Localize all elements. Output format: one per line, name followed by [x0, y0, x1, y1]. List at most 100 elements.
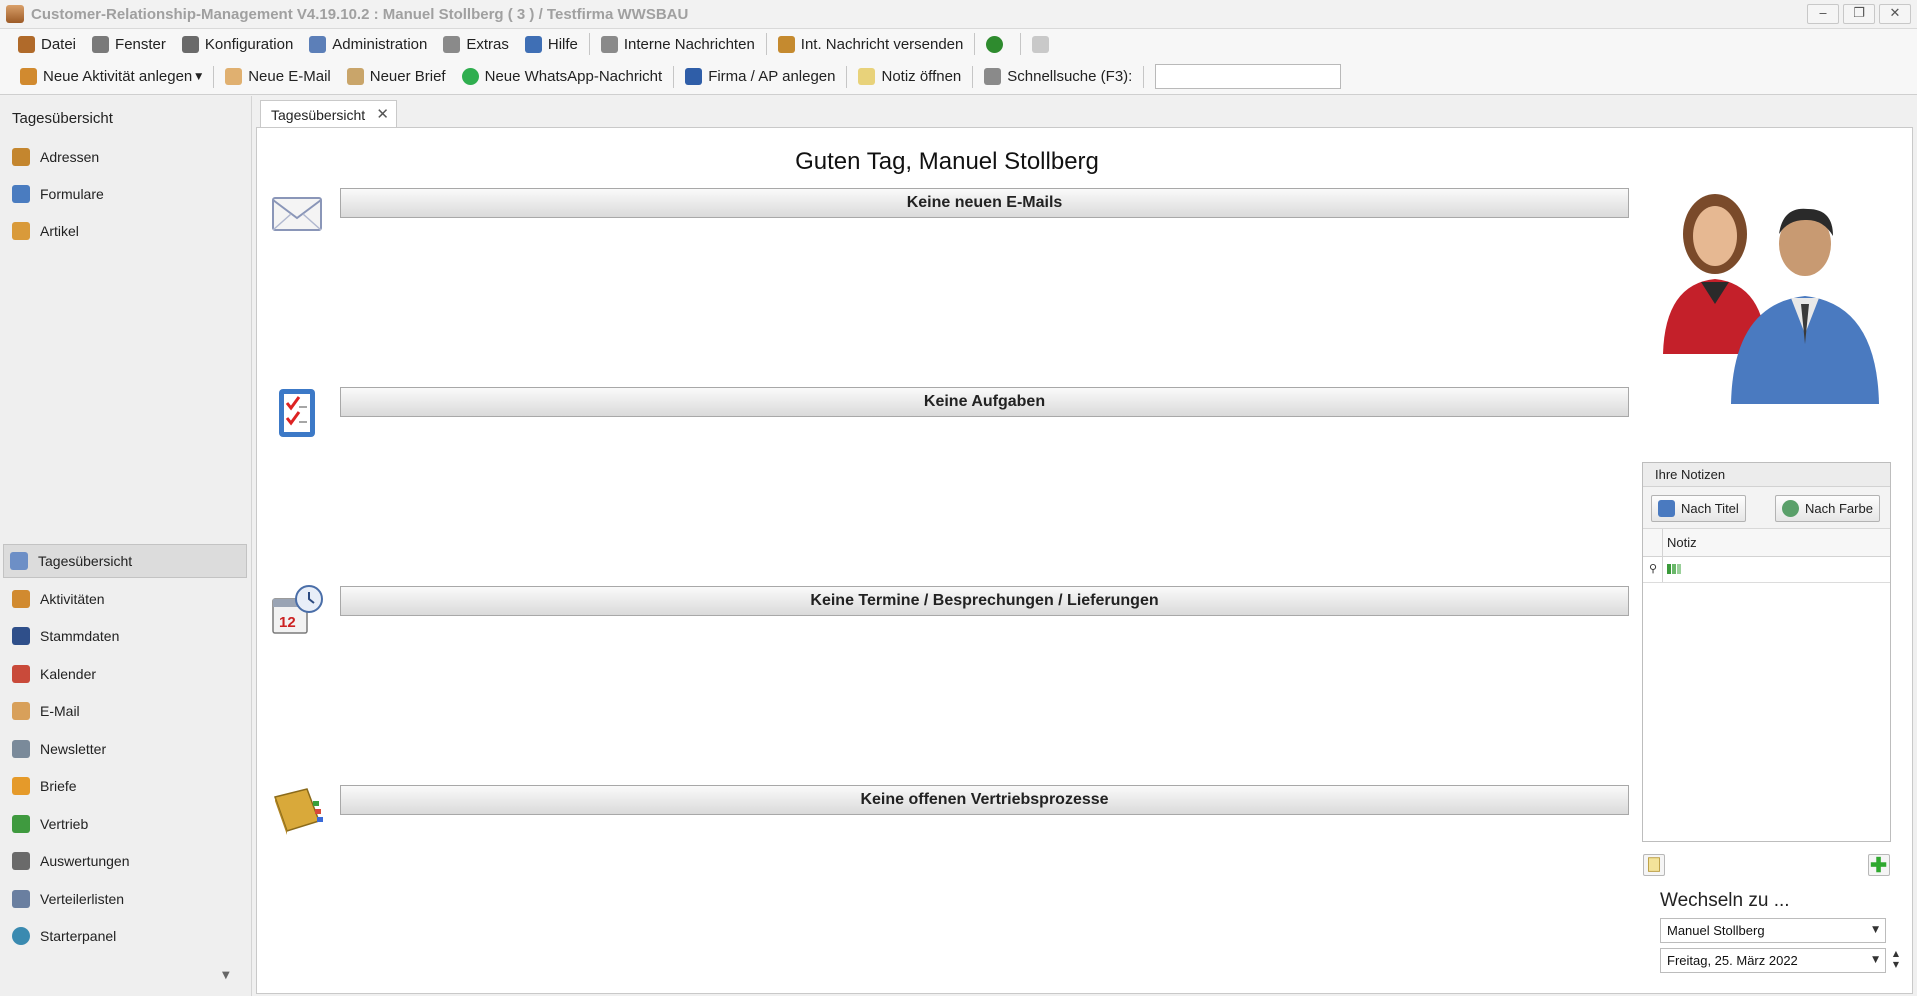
sidebar-scroll-down-icon[interactable]: ▼ — [222, 970, 230, 981]
notes-grid-header: Notiz — [1643, 529, 1890, 557]
menu-extras[interactable]: Extras — [435, 31, 517, 57]
chevron-down-icon: ▼ — [1872, 955, 1879, 965]
sidebar-item-starterpanel[interactable]: Starterpanel — [6, 919, 246, 953]
menu-administration[interactable]: Administration — [301, 31, 435, 57]
sort-by-title-button[interactable]: Nach Titel — [1651, 495, 1746, 522]
grid-row-indicator — [1643, 529, 1663, 556]
menu-fenster[interactable]: Fenster — [84, 31, 174, 57]
restore-button[interactable]: ❐ — [1843, 4, 1875, 24]
calendar-icon — [12, 665, 30, 683]
menu-nachricht-versenden[interactable]: Int. Nachricht versenden — [770, 31, 972, 57]
help-icon — [524, 35, 542, 53]
binoculars-icon — [984, 68, 1002, 85]
toolbar-separator — [673, 65, 675, 88]
distribution-list-icon — [12, 890, 30, 908]
envelope-icon — [272, 197, 322, 231]
sidebar-item-newsletter[interactable]: Newsletter — [6, 732, 246, 766]
new-activity-button[interactable]: Neue Aktivität anlegen ▼ — [12, 64, 210, 90]
datei-icon — [18, 35, 35, 53]
filter-abc-icon — [1667, 564, 1681, 574]
sidebar-item-kalender[interactable]: Kalender — [6, 657, 246, 691]
menu-hilfe[interactable]: Hilfe — [517, 31, 586, 57]
form-icon — [12, 185, 30, 203]
add-note-button[interactable] — [1868, 854, 1890, 876]
new-whatsapp-button[interactable]: Neue WhatsApp-Nachricht — [454, 64, 671, 90]
note-page-icon — [1648, 857, 1660, 872]
menu-separator — [1020, 33, 1022, 55]
checklist-icon — [279, 389, 315, 437]
open-note-button[interactable]: Notiz öffnen — [850, 64, 969, 90]
column-notiz[interactable]: Notiz — [1667, 535, 1697, 550]
sidebar-item-aktivitaeten[interactable]: Aktivitäten — [6, 582, 246, 616]
main-content: Guten Tag, Manuel Stollberg Keine neuen … — [256, 127, 1913, 994]
greeting: Guten Tag, Manuel Stollberg — [795, 148, 1099, 175]
menu-interne-nachrichten[interactable]: Interne Nachrichten — [593, 31, 763, 57]
sidebar-item-artikel[interactable]: Artikel — [6, 214, 246, 248]
sidebar-item-stammdaten[interactable]: Stammdaten — [6, 619, 246, 653]
calculator-icon — [443, 35, 461, 53]
overview-icon — [10, 552, 28, 570]
pin-icon — [600, 35, 618, 53]
chevron-down-icon: ▼ — [195, 71, 203, 82]
calendar-clock-icon: 12 — [272, 585, 323, 634]
note-icon — [858, 68, 876, 85]
sidebar-item-briefe[interactable]: Briefe — [6, 769, 246, 803]
switch-to-label: Wechseln zu ... — [1660, 890, 1790, 911]
window-grid-icon — [92, 35, 110, 53]
article-icon — [12, 222, 30, 240]
sidebar-item-auswertungen[interactable]: Auswertungen — [6, 844, 246, 878]
section-sales-processes: Keine offenen Vertriebsprozesse — [340, 785, 1629, 815]
notes-header: Ihre Notizen — [1643, 463, 1890, 487]
toolbar-separator — [972, 65, 974, 88]
close-tab-icon[interactable]: ✕ — [376, 105, 389, 123]
menu-datei[interactable]: Datei — [10, 31, 84, 57]
newsletter-icon — [12, 740, 30, 758]
tool-button[interactable] — [1024, 31, 1063, 57]
starter-panel-icon — [12, 927, 30, 945]
sort-az-icon — [1658, 500, 1675, 517]
title-bar: Customer-Relationship-Management V4.19.1… — [0, 0, 1917, 29]
notes-filter-row[interactable]: ⚲ — [1643, 557, 1890, 583]
menu-bar: Datei Fenster Konfiguration Administrati… — [0, 29, 1917, 59]
sidebar-item-verteilerlisten[interactable]: Verteilerlisten — [6, 882, 246, 916]
user-status-icon — [986, 35, 1004, 53]
svg-text:12: 12 — [279, 614, 296, 631]
new-note-button[interactable] — [1643, 854, 1665, 876]
quick-search-input[interactable] — [1155, 64, 1342, 89]
tool-bar: Neue Aktivität anlegen ▼ Neue E-Mail Neue… — [0, 59, 1917, 95]
close-window-button[interactable]: ✕ — [1879, 4, 1911, 24]
sidebar-item-tagesuebersicht[interactable]: Tagesübersicht — [3, 544, 247, 578]
section-tasks: Keine Aufgaben — [340, 387, 1629, 417]
user-select[interactable]: Manuel Stollberg ▼ — [1660, 918, 1886, 943]
menu-konfiguration[interactable]: Konfiguration — [174, 31, 301, 57]
company-icon — [685, 68, 703, 85]
tools-icon — [181, 35, 199, 53]
sidebar: Tagesübersicht Adressen Formulare Artike… — [0, 96, 252, 996]
sales-chart-icon — [12, 815, 30, 833]
pin-icon: ⚲ — [1649, 563, 1658, 575]
email-icon — [225, 68, 243, 85]
new-letter-button[interactable]: Neuer Brief — [339, 64, 454, 90]
whatsapp-icon — [461, 68, 479, 85]
minimize-button[interactable]: ‒ — [1807, 4, 1839, 24]
user-status-button[interactable] — [978, 31, 1017, 57]
sidebar-item-adressen[interactable]: Adressen — [6, 140, 246, 174]
sidebar-item-email[interactable]: E-Mail — [6, 694, 246, 728]
new-company-button[interactable]: Firma / AP anlegen — [677, 64, 843, 90]
tab-tagesuebersicht[interactable]: Tagesübersicht ✕ — [260, 100, 397, 128]
book-icon — [274, 788, 323, 835]
sort-by-color-button[interactable]: Nach Farbe — [1775, 495, 1880, 522]
plus-icon — [1870, 856, 1887, 873]
sidebar-item-formulare[interactable]: Formulare — [6, 177, 246, 211]
app-icon — [6, 5, 24, 23]
window-controls: ‒ ❐ ✕ — [1807, 4, 1911, 24]
report-icon — [12, 852, 30, 870]
quick-search-label: Schnellsuche (F3): — [976, 64, 1140, 90]
date-spinner[interactable]: ▲ ▼ — [1888, 948, 1904, 973]
menu-separator — [588, 33, 590, 55]
wrench-icon — [1032, 35, 1050, 53]
sidebar-item-vertrieb[interactable]: Vertrieb — [6, 807, 246, 841]
date-picker[interactable]: Freitag, 25. März 2022 ▼ — [1660, 948, 1886, 973]
new-email-button[interactable]: Neue E-Mail — [217, 64, 339, 90]
menu-separator — [974, 33, 976, 55]
